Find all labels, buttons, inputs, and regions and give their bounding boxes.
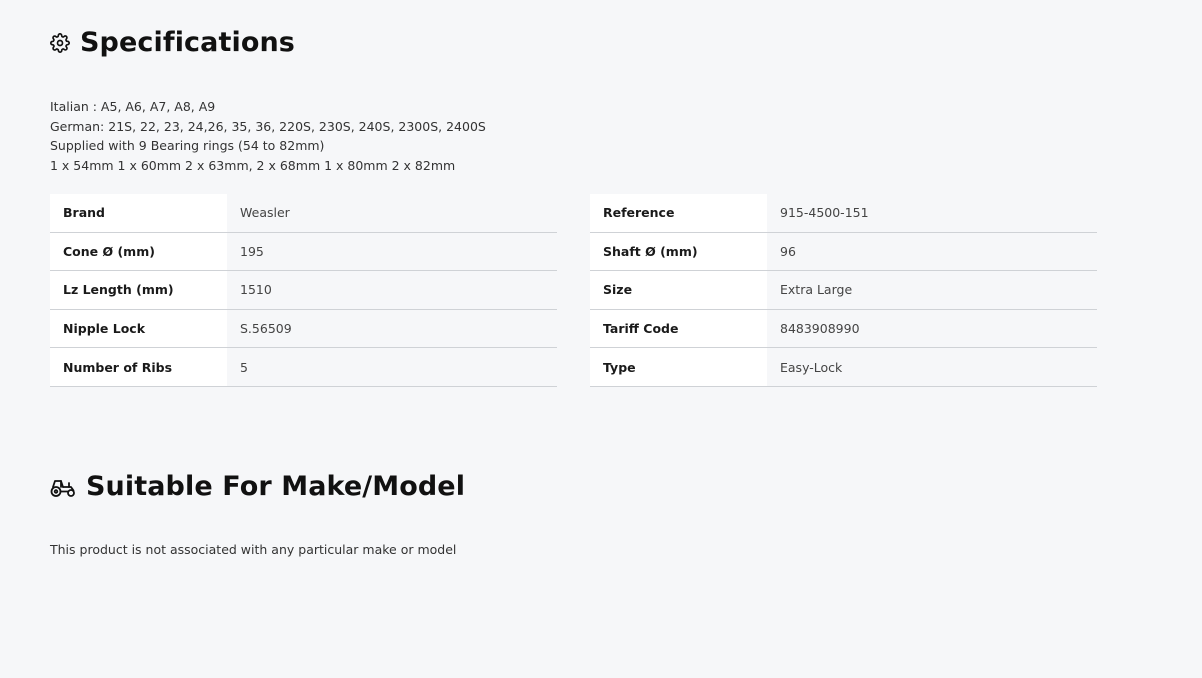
spec-key: Size — [590, 270, 767, 310]
spec-value: 5 — [227, 347, 557, 387]
spec-value: Extra Large — [767, 270, 1097, 310]
spec-key: Lz Length (mm) — [50, 270, 227, 310]
table-row: Number of Ribs 5 — [50, 347, 557, 387]
specifications-title: Specifications — [80, 27, 295, 58]
table-row: Nipple Lock S.56509 — [50, 309, 557, 349]
spec-key: Shaft Ø (mm) — [590, 232, 767, 272]
spec-table-right: Reference 915-4500-151 Shaft Ø (mm) 96 S… — [590, 194, 1097, 387]
spec-key: Brand — [50, 194, 227, 233]
description-line: Supplied with 9 Bearing rings (54 to 82m… — [50, 138, 325, 154]
table-row: Type Easy-Lock — [590, 347, 1097, 387]
spec-key: Reference — [590, 194, 767, 233]
specifications-heading: Specifications — [50, 27, 295, 58]
spec-key: Cone Ø (mm) — [50, 232, 227, 272]
make-model-note: This product is not associated with any … — [50, 542, 457, 557]
specifications-description: Italian : A5, A6, A7, A8, A9 German: 21S… — [50, 97, 486, 176]
description-line: 1 x 54mm 1 x 60mm 2 x 63mm, 2 x 68mm 1 x… — [50, 158, 456, 174]
spec-value: 195 — [227, 232, 557, 272]
spec-value: Weasler — [227, 194, 557, 233]
table-row: Shaft Ø (mm) 96 — [590, 232, 1097, 272]
spec-table-left: Brand Weasler Cone Ø (mm) 195 Lz Length … — [50, 194, 557, 387]
make-model-title: Suitable For Make/Model — [86, 471, 466, 502]
table-row: Lz Length (mm) 1510 — [50, 270, 557, 310]
make-model-heading: Suitable For Make/Model — [50, 471, 465, 502]
spec-key: Nipple Lock — [50, 309, 227, 349]
tractor-icon — [50, 476, 76, 498]
spec-value: S.56509 — [227, 309, 557, 349]
table-row: Tariff Code 8483908990 — [590, 309, 1097, 349]
spec-value: 8483908990 — [767, 309, 1097, 349]
spec-value: 915-4500-151 — [767, 194, 1097, 233]
product-details-page: Specifications Italian : A5, A6, A7, A8,… — [0, 0, 1202, 678]
spec-value: 1510 — [227, 270, 557, 310]
description-line: German: 21S, 22, 23, 24,26, 35, 36, 220S… — [50, 118, 486, 134]
spec-key: Type — [590, 347, 767, 387]
spec-key: Number of Ribs — [50, 347, 227, 387]
table-row: Size Extra Large — [590, 270, 1097, 310]
spec-value: 96 — [767, 232, 1097, 272]
table-row: Reference 915-4500-151 — [590, 194, 1097, 233]
spec-value: Easy-Lock — [767, 347, 1097, 387]
table-row: Brand Weasler — [50, 194, 557, 233]
gear-icon — [50, 32, 70, 53]
description-line: Italian : A5, A6, A7, A8, A9 — [50, 99, 216, 114]
spec-key: Tariff Code — [590, 309, 767, 349]
table-row: Cone Ø (mm) 195 — [50, 232, 557, 272]
